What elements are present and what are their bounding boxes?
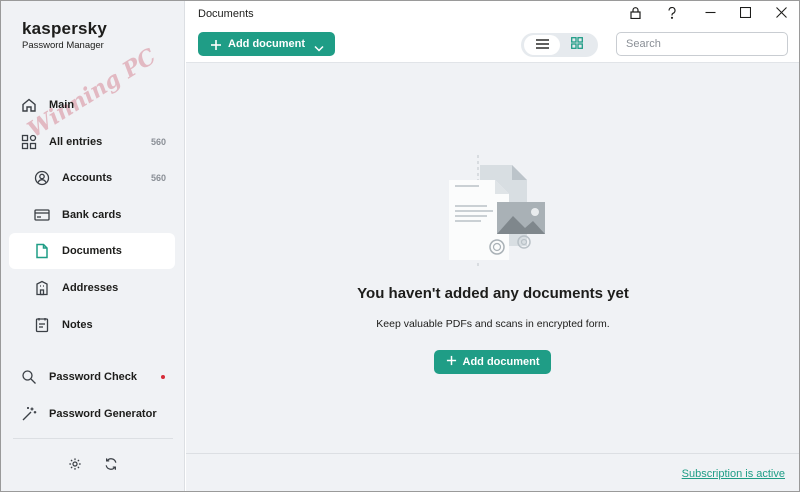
maximize-icon [739,6,751,21]
sidebar-item-password-generator[interactable]: Password Generator [9,396,175,432]
sidebar-item-label: Documents [62,245,122,257]
minimize-button[interactable] [701,6,719,22]
sync-button[interactable] [102,457,120,475]
page-title: Documents [198,8,254,20]
magic-wand-icon [20,405,38,423]
view-toggle [521,33,598,57]
empty-state: You haven't added any documents yet Keep… [186,63,799,453]
sidebar-item-label: All entries [49,136,103,148]
sidebar-item-main[interactable]: Main [9,87,175,123]
sidebar-item-documents[interactable]: Documents [9,233,175,269]
settings-button[interactable] [66,457,84,475]
add-document-label: Add document [462,356,540,368]
plus-icon [210,38,222,50]
home-icon [20,96,38,114]
alert-dot [161,375,165,379]
sidebar-item-notes[interactable]: Notes [9,307,175,343]
user-circle-icon [33,169,51,187]
sidebar-item-accounts[interactable]: Accounts 560 [9,160,175,196]
minimize-icon [705,7,716,21]
empty-state-title: You haven't added any documents yet [357,285,629,302]
maximize-button[interactable] [736,6,754,22]
add-document-label: Add document [228,38,305,50]
building-icon [33,279,51,297]
card-icon [33,206,51,224]
sidebar-item-label: Password Check [49,371,138,383]
logo-subtitle: Password Manager [22,40,104,51]
sidebar-item-all-entries[interactable]: All entries 560 [9,124,175,160]
entry-count: 560 [150,173,166,183]
app-window: kaspersky Password Manager Winning PC Ma… [0,0,800,492]
sidebar-item-label: Addresses [62,282,119,294]
close-icon [775,7,787,21]
search-input[interactable] [616,32,788,56]
app-logo: kaspersky Password Manager [22,19,107,51]
document-icon [33,242,51,260]
close-button[interactable] [772,6,790,22]
sidebar-item-addresses[interactable]: Addresses [9,270,175,306]
chevron-down-icon [314,39,324,57]
sidebar-item-bank-cards[interactable]: Bank cards [9,197,175,233]
add-document-button[interactable]: Add document [434,350,551,374]
note-icon [33,316,51,334]
sidebar-item-label: Password Generator [49,408,157,420]
subscription-status-link[interactable]: Subscription is active [682,468,785,480]
lock-icon [629,6,641,22]
grid-view-button[interactable] [559,35,595,55]
entry-count: 560 [150,137,166,147]
documents-illustration [441,155,547,269]
logo-wordmark: kaspersky [22,19,107,38]
main-area: Documents Add document Search You haven'… [186,1,799,491]
sync-icon [104,457,118,476]
sidebar-item-label: Accounts [62,172,113,184]
header: Documents Add document Search [186,1,799,63]
list-icon [535,36,549,54]
empty-state-subtitle: Keep valuable PDFs and scans in encrypte… [376,318,610,330]
lock-button[interactable] [626,6,644,22]
password-check-icon [20,368,38,386]
sidebar-item-label: Bank cards [62,209,122,221]
list-view-button[interactable] [524,35,560,55]
gear-icon [68,457,82,476]
help-icon [668,6,676,22]
add-document-dropdown-button[interactable]: Add document [198,32,335,56]
help-button[interactable] [663,6,681,22]
footer: Subscription is active [186,453,799,491]
sidebar-divider [13,438,173,439]
sidebar-item-label: Main [49,99,75,111]
sidebar-item-password-check[interactable]: Password Check [9,359,175,395]
sidebar: kaspersky Password Manager Winning PC Ma… [1,1,185,491]
sidebar-item-label: Notes [62,319,93,331]
plus-icon [446,353,457,371]
tiles-icon [571,36,583,54]
grid-icon [20,133,38,151]
